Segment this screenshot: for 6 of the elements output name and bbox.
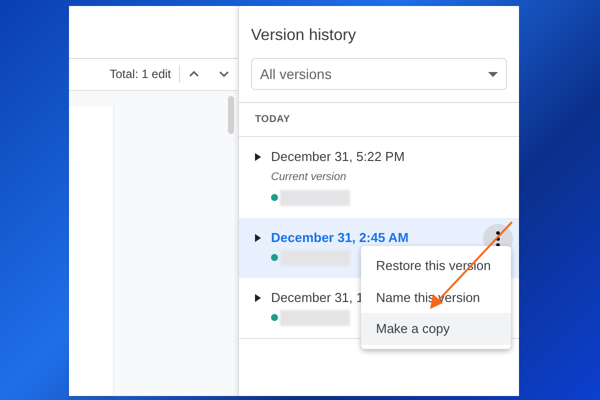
edit-count: Total: 1 edit [110, 66, 171, 84]
version-date: December 31, 2:45 AM [271, 230, 409, 246]
version-label: Current version [271, 170, 348, 185]
section-heading: TODAY [255, 113, 290, 127]
panel-title: Version history [251, 26, 357, 46]
version-date: December 31, 5:22 PM [271, 149, 405, 165]
